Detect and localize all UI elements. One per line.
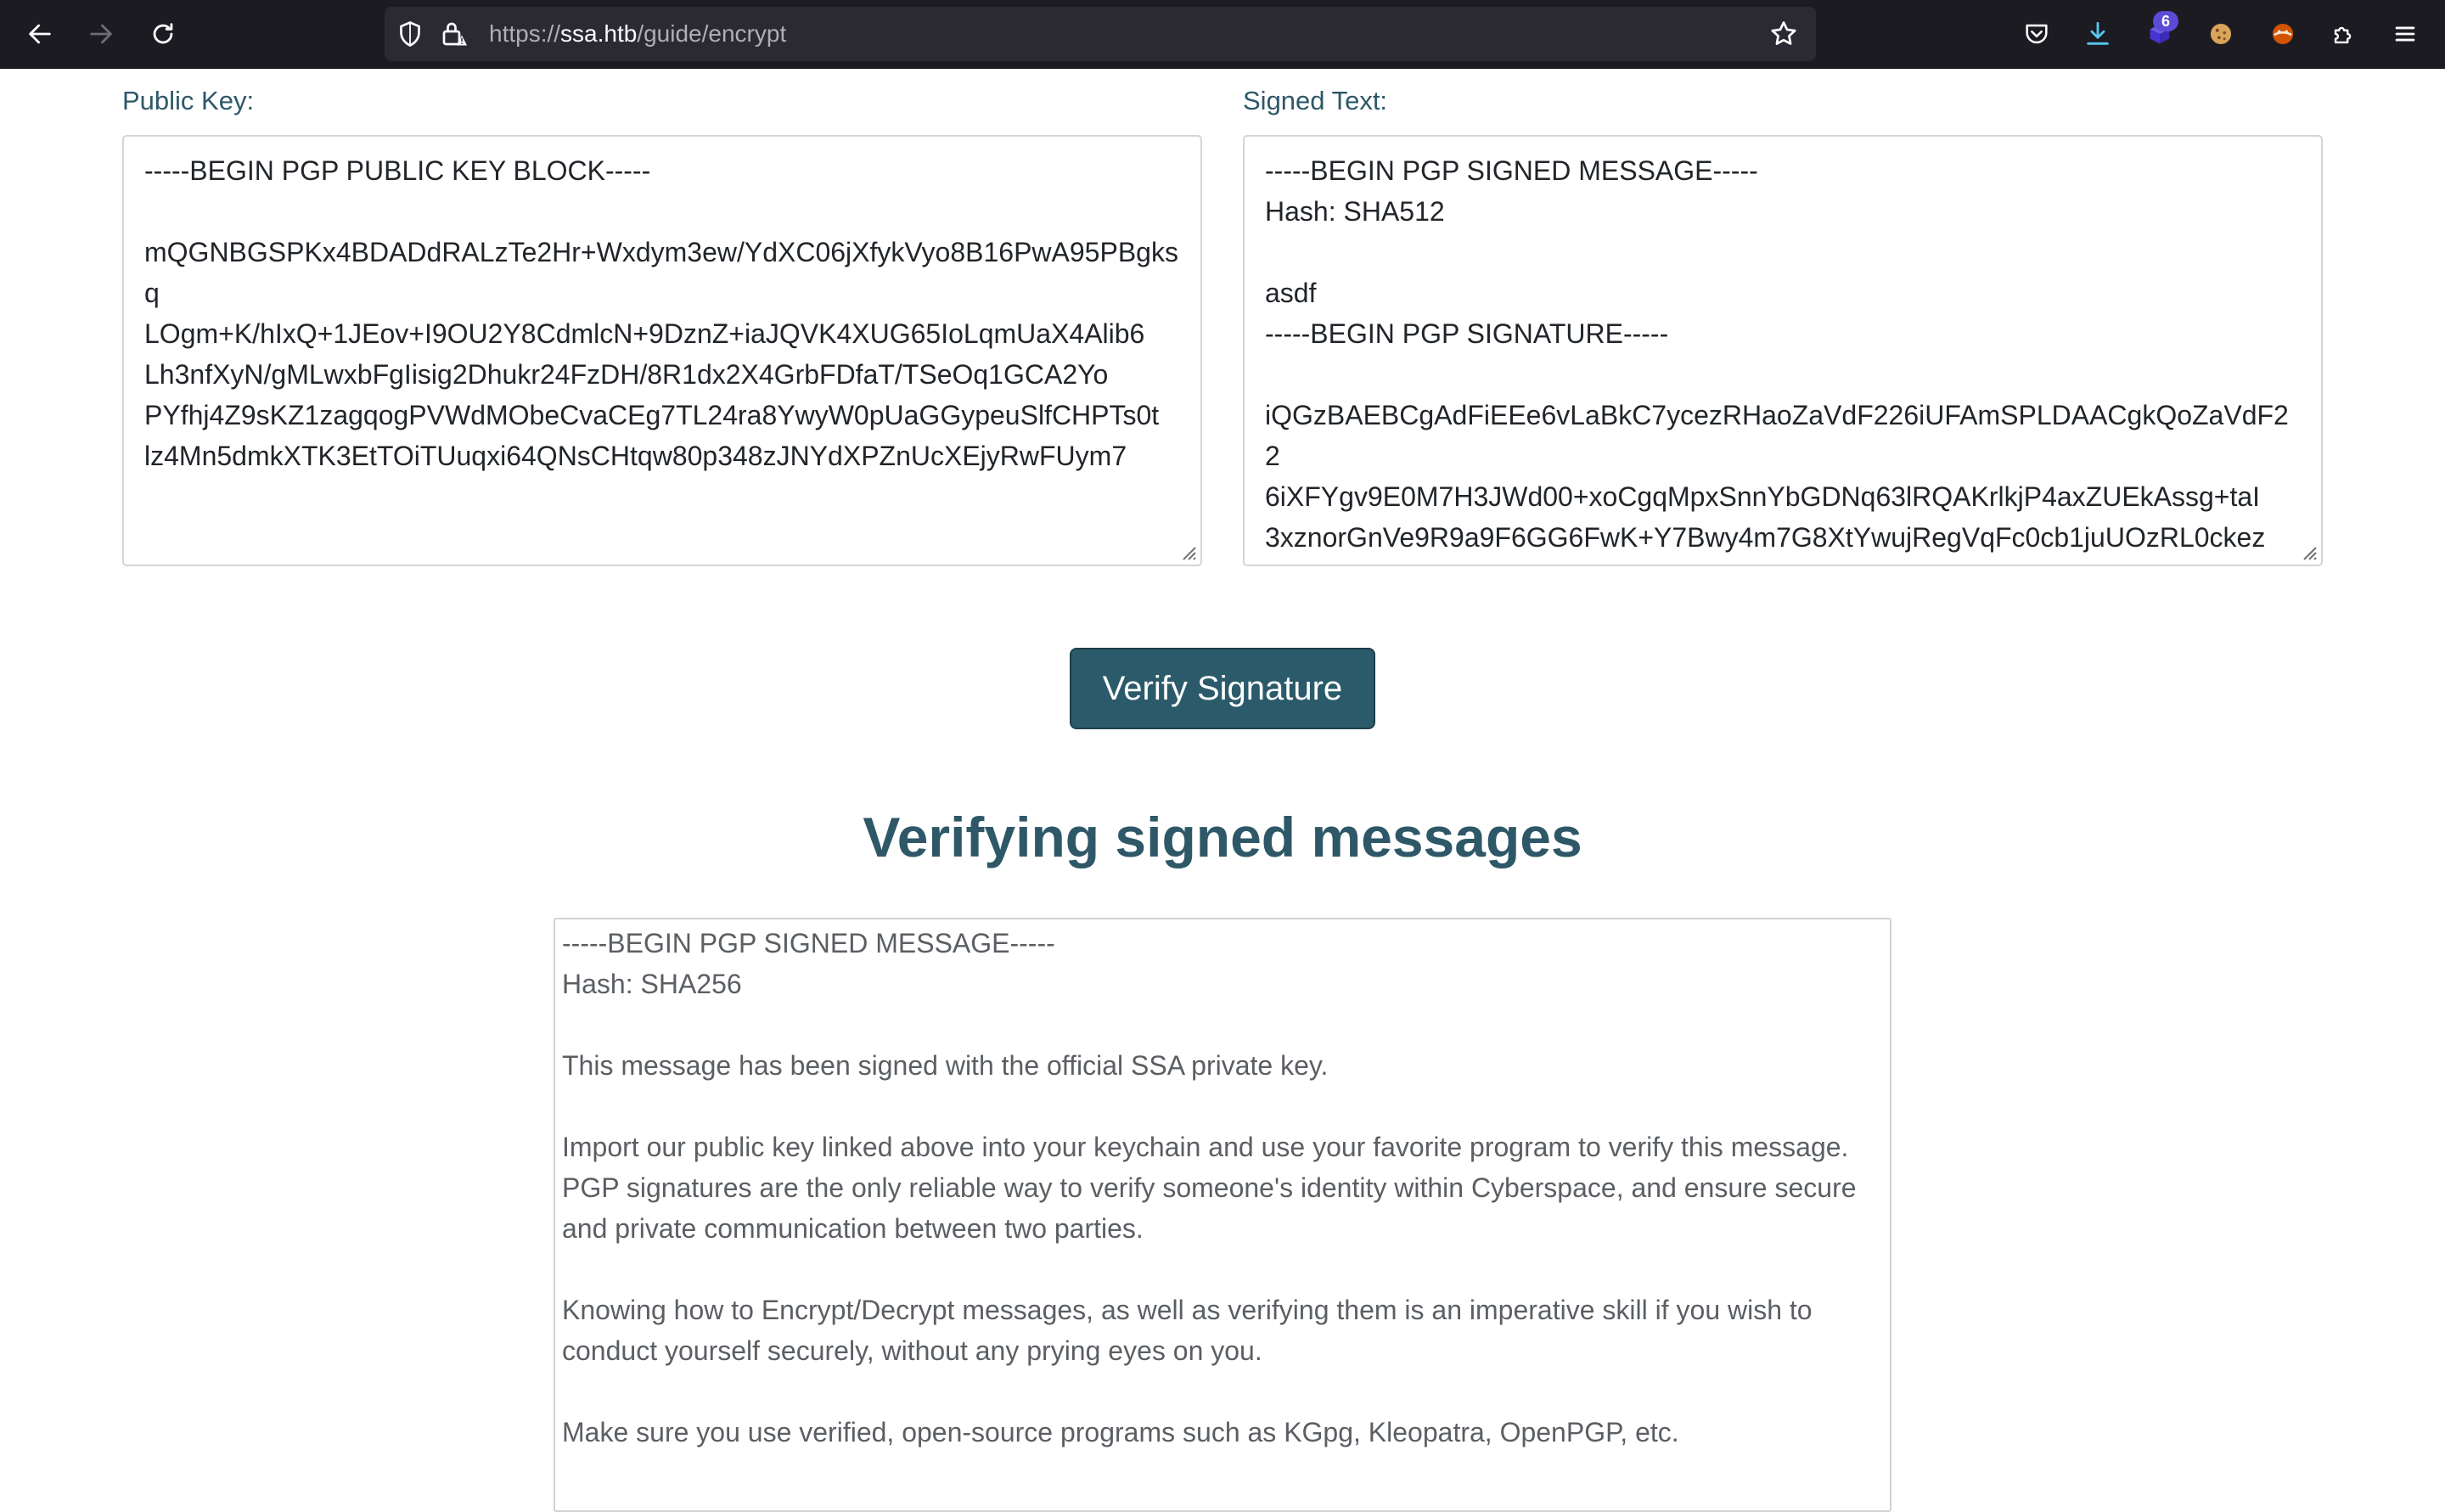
cookie-extension-button[interactable] bbox=[2204, 17, 2238, 51]
app-menu-button[interactable] bbox=[2388, 17, 2422, 51]
url-bar[interactable]: https://ssa.htb/guide/encrypt bbox=[385, 7, 1816, 61]
extension-badge: 6 bbox=[2153, 11, 2178, 31]
arrow-right-icon bbox=[90, 24, 112, 44]
signed-text-textarea[interactable]: -----BEGIN PGP SIGNED MESSAGE----- Hash:… bbox=[1243, 135, 2323, 566]
forward-button[interactable] bbox=[84, 17, 118, 51]
ext-icon bbox=[2272, 23, 2294, 45]
example-signed-message-text: -----BEGIN PGP SIGNED MESSAGE----- Hash:… bbox=[562, 928, 1857, 1447]
pocket-button[interactable] bbox=[2020, 17, 2054, 51]
back-button[interactable] bbox=[23, 17, 57, 51]
reload-icon bbox=[153, 23, 173, 44]
resize-grip-icon[interactable] bbox=[1180, 544, 1197, 561]
page-content: Public Key: -----BEGIN PGP PUBLIC KEY BL… bbox=[0, 69, 2445, 1512]
example-signed-message-box[interactable]: -----BEGIN PGP SIGNED MESSAGE----- Hash:… bbox=[554, 918, 1891, 1512]
download-icon bbox=[2087, 21, 2109, 45]
hamburger-icon bbox=[2395, 26, 2415, 42]
url-text[interactable]: https://ssa.htb/guide/encrypt bbox=[489, 7, 786, 61]
section-title: Verifying signed messages bbox=[863, 806, 1582, 868]
resize-grip-icon[interactable] bbox=[2301, 544, 2318, 561]
cookie-icon bbox=[2210, 23, 2232, 45]
ext-extension-button[interactable] bbox=[2266, 17, 2300, 51]
arrow-left-icon bbox=[29, 24, 51, 44]
url-host: ssa.htb bbox=[560, 20, 638, 47]
signed-text-text: -----BEGIN PGP SIGNED MESSAGE----- Hash:… bbox=[1265, 155, 2289, 553]
lock-warning-icon[interactable] bbox=[439, 19, 469, 49]
public-key-textarea[interactable]: -----BEGIN PGP PUBLIC KEY BLOCK----- mQG… bbox=[122, 135, 1202, 566]
signed-text-label: Signed Text: bbox=[1243, 86, 1388, 115]
verify-signature-button[interactable]: Verify Signature bbox=[1070, 648, 1375, 729]
star-icon[interactable] bbox=[1768, 19, 1799, 49]
browser-toolbar: https://ssa.htb/guide/encrypt 6 bbox=[0, 0, 2445, 69]
public-key-text: -----BEGIN PGP PUBLIC KEY BLOCK----- mQG… bbox=[144, 155, 1178, 471]
puzzle-icon bbox=[2334, 26, 2352, 44]
reload-button[interactable] bbox=[146, 17, 180, 51]
extensions-button[interactable] bbox=[2327, 17, 2361, 51]
url-scheme: https:// bbox=[489, 20, 561, 47]
url-path: /guide/encrypt bbox=[637, 20, 787, 47]
downloads-button[interactable] bbox=[2081, 17, 2115, 51]
pocket-icon bbox=[2026, 24, 2048, 44]
shield-icon[interactable] bbox=[395, 19, 425, 49]
public-key-label: Public Key: bbox=[122, 86, 255, 115]
